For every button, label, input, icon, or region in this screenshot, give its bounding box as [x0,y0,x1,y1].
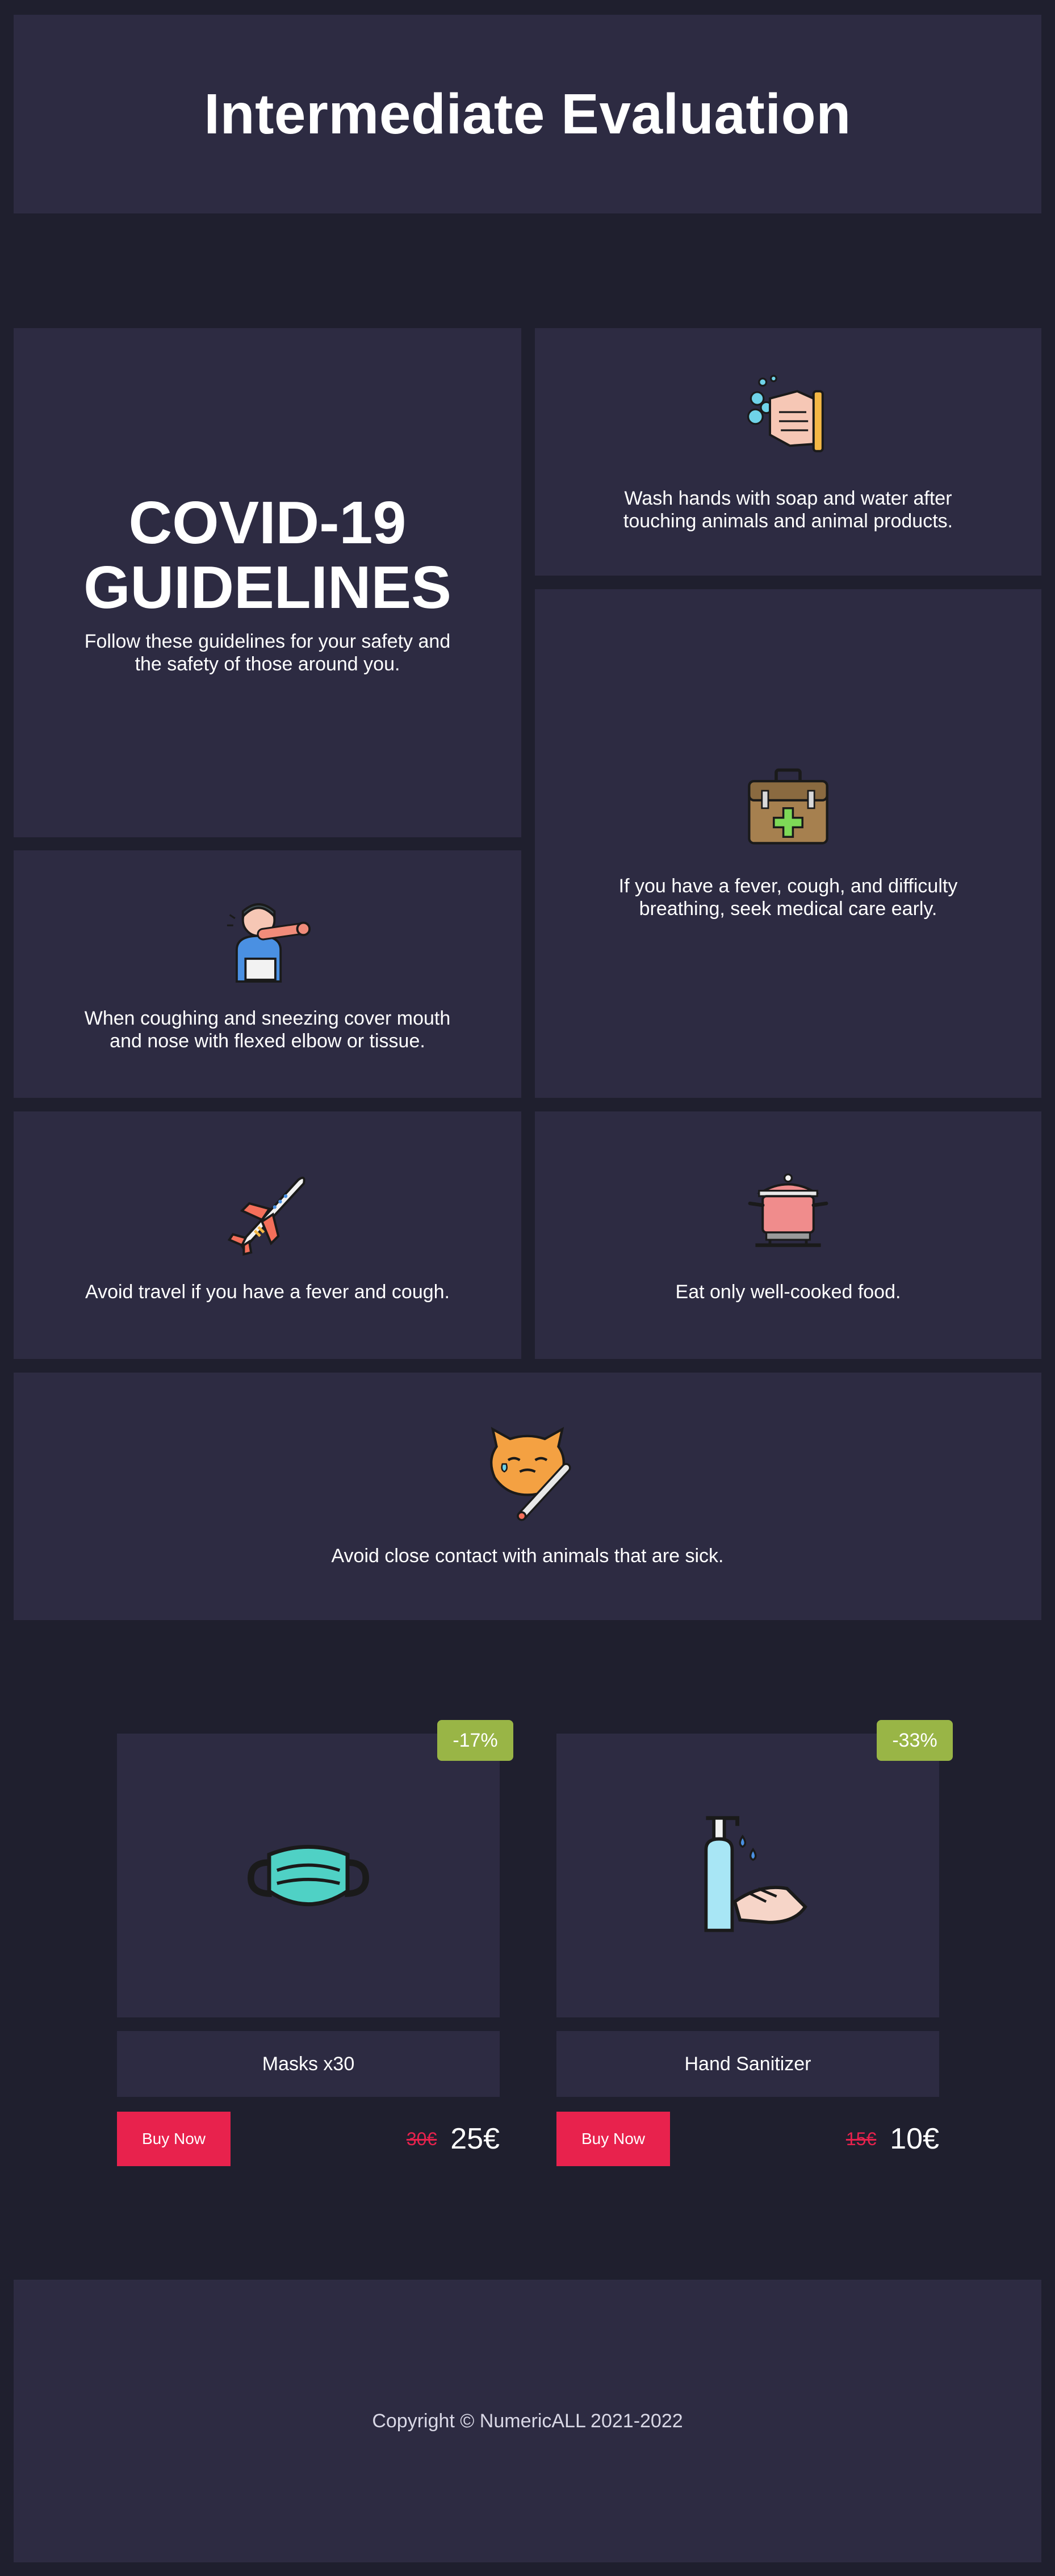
hand-sanitizer-icon [704,1816,807,1932]
guideline-text: When coughing and sneezing cover mouth a… [84,1008,451,1052]
cooking-pot-icon [748,1173,828,1247]
discount-badge: -33% [877,1720,953,1761]
guideline-text: Avoid travel if you have a fever and cou… [85,1281,450,1303]
guideline-card-wash-hands: Wash hands with soap and water after tou… [535,328,1041,576]
hero-card: COVID-19 GUIDELINES Follow these guideli… [14,328,521,837]
price: 15€ 10€ [757,2112,939,2166]
discount-badge: -17% [437,1720,513,1761]
sick-cat-icon [490,1427,571,1521]
first-aid-kit-icon [748,768,828,845]
product-name: Hand Sanitizer [556,2031,939,2097]
page-title: Intermediate Evaluation [204,82,851,146]
hero-subtitle: Follow these guidelines for your safety … [84,630,451,675]
product-name: Masks x30 [117,2031,500,2097]
hero: COVID-19 GUIDELINES Follow these guideli… [74,490,460,676]
guideline-text: Eat only well-cooked food. [675,1281,901,1303]
guideline-card-food: Eat only well-cooked food. [535,1111,1041,1359]
new-price: 25€ [450,2122,500,2155]
price: 30€ 25€ [318,2112,500,2166]
page-footer: Copyright © NumericALL 2021-2022 [14,2280,1041,2562]
guideline-text: Wash hands with soap and water after tou… [623,488,953,532]
hero-title-line2: GUIDELINES [83,553,451,621]
page-header: Intermediate Evaluation [14,15,1041,213]
washing-hands-icon [747,375,824,452]
copyright-text: Copyright © NumericALL 2021-2022 [372,2410,683,2432]
product-image [556,1734,939,2017]
old-price: 30€ [406,2128,437,2149]
old-price: 15€ [845,2128,877,2149]
buy-now-button[interactable]: Buy Now [556,2112,670,2166]
guideline-text: Avoid close contact with animals that ar… [331,1545,724,1567]
hero-title-line1: COVID-19 [128,489,407,556]
new-price: 10€ [890,2122,939,2155]
product-image [117,1734,500,2017]
guideline-text: If you have a fever, cough, and difficul… [618,875,958,920]
sneezing-person-icon [227,903,311,983]
hero-title: COVID-19 GUIDELINES [83,490,451,620]
guideline-card-animals: Avoid close contact with animals that ar… [14,1373,1041,1620]
buy-now-button[interactable]: Buy Now [117,2112,231,2166]
guideline-card-medical-care: If you have a fever, cough, and difficul… [535,589,1041,1098]
airplane-icon [227,1176,305,1256]
face-mask-icon [248,1845,369,1906]
guideline-card-travel: Avoid travel if you have a fever and cou… [14,1111,521,1359]
guideline-card-cough: When coughing and sneezing cover mouth a… [14,850,521,1098]
